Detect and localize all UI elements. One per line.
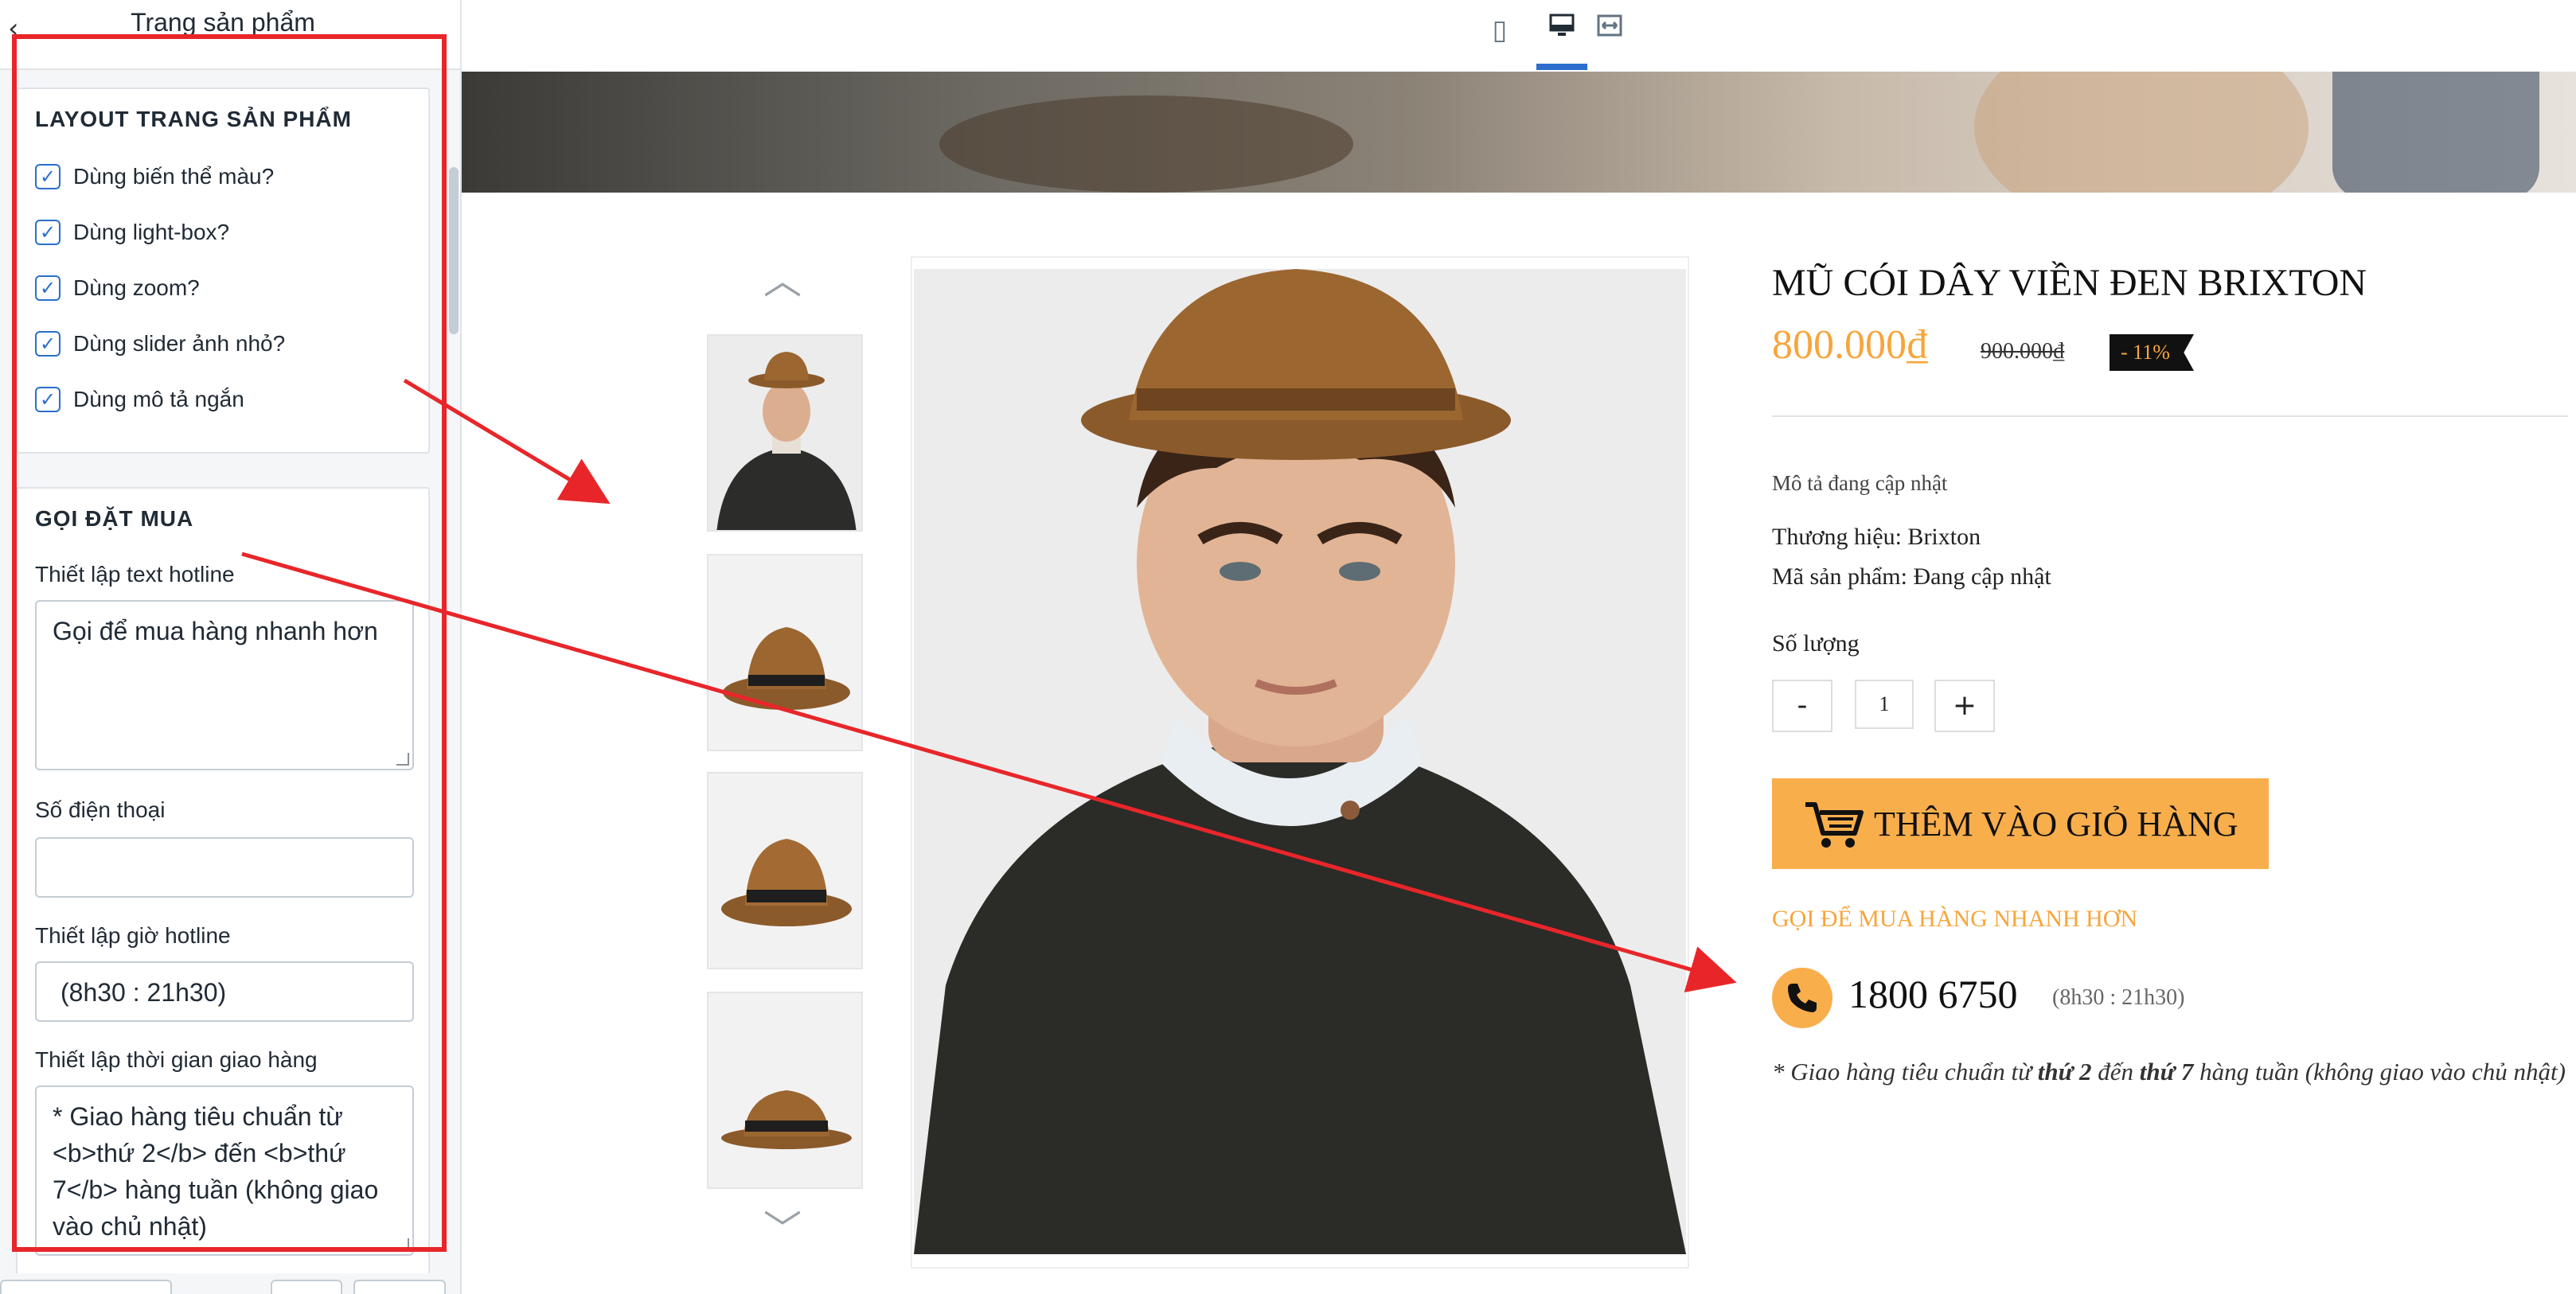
full-width-icon[interactable] <box>1590 11 1629 49</box>
hotline-text-textarea[interactable]: Gọi để mua hàng nhanh hơn <box>35 600 414 770</box>
main-product-image[interactable] <box>911 256 1689 1269</box>
full-width-icon-svg <box>1597 14 1622 37</box>
thumbnail-4[interactable] <box>707 992 863 1189</box>
checkbox-short-description[interactable]: ✓ Dùng mô tả ngắn <box>35 384 244 415</box>
delivery-note-mid: đến <box>2091 1058 2140 1085</box>
hotline-text-value: Gọi để mua hàng nhanh hơn <box>53 617 378 645</box>
hotline-hours-value: (8h30 : 21h30) <box>60 978 227 1007</box>
checkbox-label: Dùng biến thể màu? <box>73 164 275 189</box>
checkbox-label: Dùng zoom? <box>73 275 200 300</box>
footer-button[interactable] <box>271 1280 342 1294</box>
delivery-note-prefix: * Giao hàng tiêu chuẩn từ <box>1772 1058 2038 1085</box>
thumbnail-image <box>708 774 861 968</box>
call-section-title: GỌI ĐẶT MUA <box>35 506 194 531</box>
mobile-icon[interactable]: ▯ <box>1481 11 1519 49</box>
phone-input[interactable] <box>35 837 414 898</box>
sidebar-footer <box>0 1273 460 1294</box>
checkbox-checked-icon[interactable]: ✓ <box>35 387 60 412</box>
add-to-cart-label: THÊM VÀO GIỎ HÀNG <box>1874 804 2238 844</box>
checkbox-color-variant[interactable]: ✓ Dùng biến thể màu? <box>35 161 274 193</box>
footer-button[interactable] <box>0 1280 172 1294</box>
hotline-hours-input[interactable]: (8h30 : 21h30) <box>35 961 414 1022</box>
quantity-input[interactable]: 1 <box>1855 680 1914 729</box>
call-to-order-title: GỌI ĐỂ MUA HÀNG NHANH HƠN <box>1772 906 2138 932</box>
layout-section-title: LAYOUT TRANG SẢN PHẨM <box>35 107 352 131</box>
product-price: 800.000₫ <box>1772 322 1928 368</box>
quantity-label: Số lượng <box>1772 630 1860 657</box>
delivery-note: * Giao hàng tiêu chuẩn từ thứ 2 đến thứ … <box>1772 1050 2568 1093</box>
product-brand: Thương hiệu: Brixton <box>1772 524 1981 550</box>
thumbnail-2[interactable] <box>707 554 863 751</box>
discount-badge: - 11% <box>2110 334 2194 371</box>
preview-area: ▯ ︿ ﹀ MŨ CÓI DÂY VIỀN ĐEN BRIXTON 800.00… <box>462 0 2576 1294</box>
delivery-time-label: Thiết lập thời gian giao hàng <box>35 1047 318 1072</box>
active-device-indicator <box>1536 64 1587 70</box>
hotline-text-label: Thiết lập text hotline <box>35 562 235 587</box>
chevron-up-icon[interactable]: ︿ <box>755 261 810 301</box>
chevron-down-icon[interactable]: ﹀ <box>755 1210 810 1249</box>
checkbox-lightbox[interactable]: ✓ Dùng light-box? <box>35 216 229 248</box>
delivery-time-textarea[interactable]: * Giao hàng tiêu chuẩn từ <b>thứ 2</b> đ… <box>35 1085 414 1256</box>
add-to-cart-button[interactable]: THÊM VÀO GIỎ HÀNG <box>1772 778 2269 869</box>
hotline-hours-label: Thiết lập giờ hotline <box>35 923 231 948</box>
thumbnail-3[interactable] <box>707 772 863 969</box>
sidebar-scrollbar-thumb[interactable] <box>449 167 459 334</box>
quantity-decrease-button[interactable]: - <box>1772 680 1832 732</box>
product-old-price: 900.000₫ <box>1981 339 2065 364</box>
hotline-number[interactable]: 1800 6750 <box>1848 971 2018 1017</box>
checkbox-thumb-slider[interactable]: ✓ Dùng slider ảnh nhỏ? <box>35 328 285 360</box>
checkbox-checked-icon[interactable]: ✓ <box>35 164 60 189</box>
thumbnail-image <box>708 555 861 750</box>
footer-button[interactable] <box>353 1280 446 1294</box>
thumbnail-1[interactable] <box>707 334 863 532</box>
product-short-description: Mô tả đang cập nhật <box>1772 471 1948 495</box>
phone-icon-svg <box>1788 984 1817 1012</box>
resize-handle-icon[interactable] <box>396 753 409 766</box>
checkbox-label: Dùng slider ảnh nhỏ? <box>73 331 286 356</box>
call-to-order-card: GỌI ĐẶT MUA Thiết lập text hotline Gọi đ… <box>16 487 430 1283</box>
checkbox-checked-icon[interactable]: ✓ <box>35 275 60 301</box>
product-title: MŨ CÓI DÂY VIỀN ĐEN BRIXTON <box>1772 262 2367 304</box>
product-sku: Mã sản phẩm: Đang cập nhật <box>1772 563 2051 590</box>
quantity-increase-button[interactable]: + <box>1934 680 1995 732</box>
delivery-note-suffix: hàng tuần (không giao vào chủ nhật) <box>2193 1058 2566 1085</box>
hero-banner-image <box>462 72 2576 193</box>
product-photo <box>914 269 1686 1254</box>
device-toolbar: ▯ <box>462 0 2576 72</box>
delivery-time-value: * Giao hàng tiêu chuẩn từ <b>thứ 2</b> đ… <box>53 1102 379 1241</box>
cart-icon <box>1805 802 1864 848</box>
phone-icon <box>1772 968 1832 1028</box>
resize-handle-icon[interactable] <box>396 1238 409 1251</box>
phone-label: Số điện thoại <box>35 797 166 822</box>
thumbnail-image <box>708 993 861 1187</box>
checkbox-label: Dùng mô tả ngắn <box>73 387 244 411</box>
desktop-icon[interactable] <box>1543 11 1581 49</box>
thumbnail-image <box>708 336 861 530</box>
sidebar-title: Trang sản phẩm <box>131 8 315 37</box>
settings-sidebar: ‹ Trang sản phẩm LAYOUT TRANG SẢN PHẨM ✓… <box>0 0 462 1294</box>
divider <box>1772 415 2568 417</box>
checkbox-label: Dùng light-box? <box>73 220 230 244</box>
layout-settings-card: LAYOUT TRANG SẢN PHẨM ✓ Dùng biến thể mà… <box>16 88 430 454</box>
checkbox-zoom[interactable]: ✓ Dùng zoom? <box>35 272 200 304</box>
desktop-icon-svg <box>1549 14 1575 36</box>
delivery-day-end: thứ 7 <box>2139 1058 2194 1085</box>
sidebar-header: ‹ Trang sản phẩm <box>0 0 460 70</box>
hotline-hours: (8h30 : 21h30) <box>2052 985 2185 1010</box>
checkbox-checked-icon[interactable]: ✓ <box>35 331 60 357</box>
checkbox-checked-icon[interactable]: ✓ <box>35 220 60 245</box>
delivery-day-start: thứ 2 <box>2037 1058 2092 1085</box>
